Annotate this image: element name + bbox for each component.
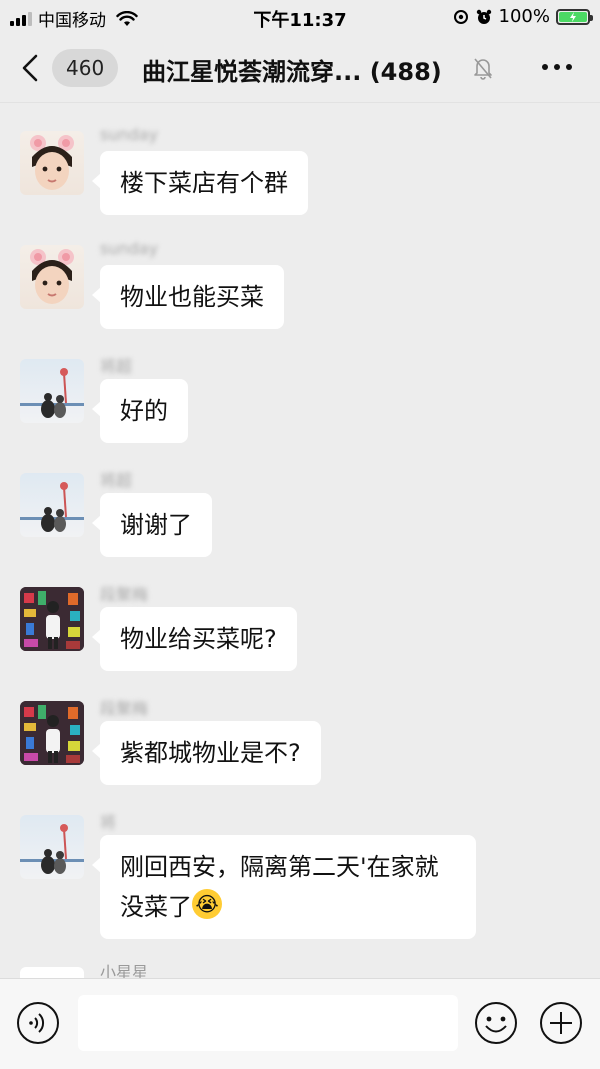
crying-emoji-icon: 😭 <box>192 889 222 919</box>
message-bubble[interactable]: 谢谢了 <box>92 493 212 557</box>
status-bar: 中国移动 下午11:37 100% <box>0 0 600 34</box>
avatar[interactable] <box>20 967 84 978</box>
sender-name: 段聚梅 <box>100 585 149 604</box>
alarm-icon <box>476 9 491 24</box>
back-arrow-icon[interactable] <box>20 54 40 82</box>
sender-name: 将超 <box>100 357 133 376</box>
avatar[interactable] <box>20 131 84 195</box>
message-input[interactable] <box>78 995 458 1051</box>
orientation-lock-icon <box>453 9 468 24</box>
input-toolbar <box>0 978 600 1069</box>
message-list[interactable]: sunday 楼下菜店有个群 sunday 物业也能买菜 将超 好的 将超 谢谢… <box>0 103 600 978</box>
avatar[interactable] <box>20 815 84 879</box>
message-text: 刚回西安，隔离第二天'在家就没菜了 <box>120 853 439 921</box>
status-right: 100% <box>453 6 593 27</box>
sender-name: 将超 <box>100 471 133 490</box>
avatar[interactable] <box>20 473 84 537</box>
message-bubble[interactable]: 好的 <box>92 379 188 443</box>
more-options-button[interactable] <box>542 64 572 70</box>
mute-bell-icon <box>474 58 492 80</box>
battery-percent: 100% <box>498 6 550 27</box>
chat-header: 460 曲江星悦荟潮流穿... (488) <box>0 34 600 103</box>
message-bubble[interactable]: 楼下菜店有个群 <box>92 151 308 215</box>
unread-count-badge[interactable]: 460 <box>52 49 119 87</box>
sender-name: sunday <box>100 125 159 144</box>
sender-name: 段聚梅 <box>100 699 149 718</box>
voice-icon[interactable] <box>16 1001 60 1045</box>
sender-name: 将 <box>100 813 117 832</box>
sender-name: 小星星 <box>100 963 149 978</box>
message-bubble[interactable]: 物业给买菜呢? <box>92 607 297 671</box>
message-bubble[interactable]: 物业也能买菜 <box>92 265 284 329</box>
sender-name: sunday <box>100 239 159 258</box>
plus-icon[interactable] <box>539 1001 583 1045</box>
avatar[interactable] <box>20 701 84 765</box>
avatar[interactable] <box>20 359 84 423</box>
battery-icon <box>556 8 593 25</box>
chat-title[interactable]: 曲江星悦荟潮流穿... (488) <box>142 52 442 87</box>
avatar[interactable] <box>20 587 84 651</box>
message-bubble[interactable]: 紫都城物业是不? <box>92 721 321 785</box>
message-bubble[interactable]: 刚回西安，隔离第二天'在家就没菜了 😭 <box>92 835 476 939</box>
avatar[interactable] <box>20 245 84 309</box>
emoji-icon[interactable] <box>474 1001 518 1045</box>
